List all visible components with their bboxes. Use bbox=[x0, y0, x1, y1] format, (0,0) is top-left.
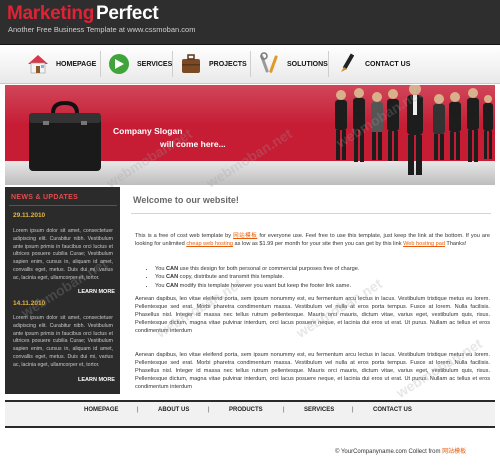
intro-text: Thanks! bbox=[444, 241, 467, 248]
list-item: You CAN copy, distribute and transmit th… bbox=[155, 273, 495, 281]
usage-terms-list: You CAN use this design for both persona… bbox=[145, 265, 495, 290]
news-title: NEWS & UPDATES bbox=[11, 194, 79, 201]
site-tagline: Another Free Business Template at www.cs… bbox=[8, 25, 196, 34]
main-nav: HOMEPAGE SERVICES PROJECTS SOLUTIONS CON… bbox=[0, 45, 500, 84]
nav-item-homepage[interactable]: HOMEPAGE bbox=[25, 48, 96, 80]
template-site-link[interactable]: 网站模板 bbox=[233, 233, 257, 239]
learn-more-link[interactable]: LEARN MORE bbox=[78, 289, 115, 295]
logo-word-perfect: Perfect bbox=[96, 3, 159, 24]
nav-divider bbox=[172, 51, 173, 77]
bullet-text: modify this template however you want bu… bbox=[178, 282, 351, 289]
footer-link-homepage[interactable]: HOMEPAGE bbox=[84, 407, 119, 413]
house-icon bbox=[25, 51, 51, 77]
bullet-text: You bbox=[155, 282, 166, 289]
logo-word-marketing: Marketing bbox=[7, 3, 95, 24]
intro-text: as low as $1.99 per month for your site … bbox=[232, 241, 404, 248]
nav-divider bbox=[100, 51, 101, 77]
bullet-emphasis: CAN bbox=[166, 266, 179, 272]
list-item: You CAN modify this template however you… bbox=[155, 282, 495, 290]
bullet-text: You bbox=[155, 274, 166, 281]
copyright-notice: © YourCompanyname.com Collect from 网站模板 bbox=[335, 446, 466, 455]
bullet-text: use this design for both personal or com… bbox=[178, 266, 360, 272]
nav-label-services: SERVICES bbox=[137, 60, 173, 68]
footer-separator: | bbox=[352, 407, 354, 413]
title-divider bbox=[131, 213, 491, 214]
nav-label-contact-us: CONTACT US bbox=[365, 60, 411, 68]
business-team-image bbox=[335, 85, 493, 175]
site-logo[interactable]: Marketing Perfect bbox=[7, 3, 159, 25]
body-paragraph: Aenean dapibus, leo vitae eleifend porta… bbox=[135, 296, 490, 335]
cheap-hosting-link[interactable]: cheap web hosting bbox=[186, 241, 233, 247]
footer-separator: | bbox=[208, 407, 210, 413]
copyright-text: © YourCompanyname.com Collect from bbox=[335, 449, 443, 455]
nav-item-services[interactable]: SERVICES bbox=[106, 48, 172, 80]
footer-link-about-us[interactable]: ABOUT US bbox=[158, 407, 189, 413]
bullet-text: You bbox=[155, 266, 166, 272]
news-divider bbox=[9, 205, 117, 206]
copyright-link[interactable]: 网站模板 bbox=[442, 449, 466, 455]
news-date: 14.11.2010 bbox=[13, 300, 46, 307]
footer-separator: | bbox=[137, 407, 139, 413]
nav-label-projects: PROJECTS bbox=[209, 60, 247, 68]
footer-link-services[interactable]: SERVICES bbox=[304, 407, 334, 413]
banner-slogan: Company Slogan bbox=[113, 126, 183, 136]
list-item: You CAN use this design for both persona… bbox=[155, 265, 495, 273]
footer-link-products[interactable]: PRODUCTS bbox=[229, 407, 263, 413]
bullet-text: copy, distribute and transmit this templ… bbox=[178, 274, 285, 281]
nav-label-homepage: HOMEPAGE bbox=[56, 60, 97, 68]
bullet-emphasis: CAN bbox=[166, 274, 179, 281]
news-date: 29.11.2010 bbox=[13, 212, 46, 219]
body-paragraph: Aenean dapibus, leo vitae eleifend porta… bbox=[135, 352, 490, 391]
green-arrow-icon bbox=[106, 51, 132, 77]
footer-nav-bar bbox=[5, 400, 495, 428]
news-text: Lorem ipsum dolor sit amet, consectetuer… bbox=[13, 315, 113, 368]
page-title: Welcome to our website! bbox=[133, 195, 239, 205]
bullet-emphasis: CAN bbox=[166, 282, 179, 289]
nav-label-solutions: SOLUTIONS bbox=[287, 60, 328, 68]
news-text: Lorem ipsum dolor sit amet, consectetuer… bbox=[13, 228, 113, 281]
briefcase-image bbox=[29, 100, 101, 171]
intro-text: This is a free of cost web template by bbox=[135, 233, 234, 239]
intro-paragraph: This is a free of cost web template by 网… bbox=[135, 232, 490, 248]
footer-link-contact-us[interactable]: CONTACT US bbox=[373, 407, 412, 413]
hero-banner bbox=[5, 85, 495, 185]
banner-slogan-subline: will come here... bbox=[160, 139, 226, 149]
briefcase-icon bbox=[178, 51, 204, 77]
tools-icon bbox=[256, 51, 282, 77]
pen-icon bbox=[334, 51, 360, 77]
nav-divider bbox=[328, 51, 329, 77]
footer-separator: | bbox=[283, 407, 285, 413]
nav-item-projects[interactable]: PROJECTS bbox=[178, 48, 247, 80]
nav-item-solutions[interactable]: SOLUTIONS bbox=[256, 48, 328, 80]
header: Marketing Perfect Another Free Business T… bbox=[0, 0, 500, 45]
nav-item-contact-us[interactable]: CONTACT US bbox=[334, 48, 410, 80]
hosting-pad-link[interactable]: Web hosting pad bbox=[403, 241, 445, 247]
learn-more-link[interactable]: LEARN MORE bbox=[78, 377, 115, 383]
nav-divider bbox=[250, 51, 251, 77]
